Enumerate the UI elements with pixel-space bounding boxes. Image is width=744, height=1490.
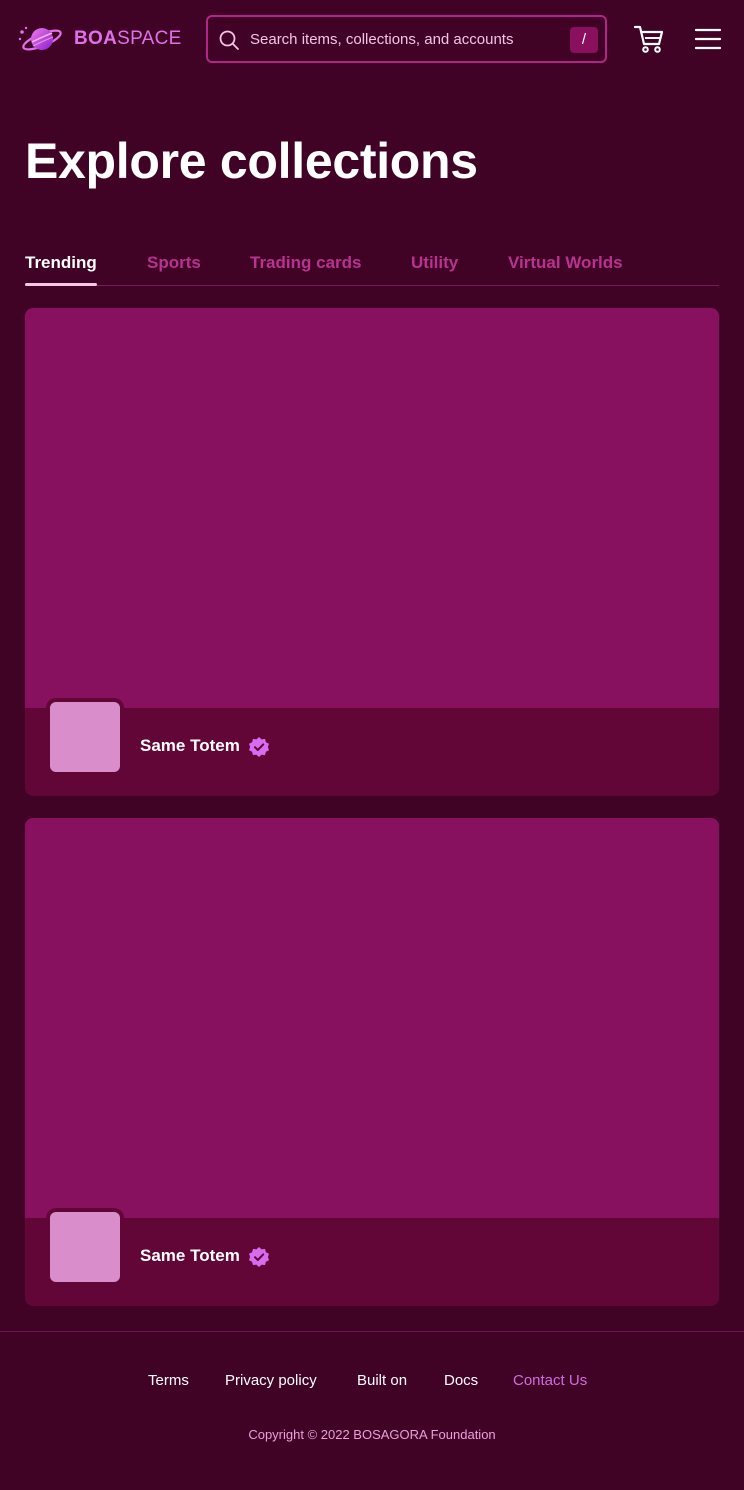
planet-logo-icon bbox=[18, 26, 62, 51]
collection-banner bbox=[25, 308, 719, 708]
copyright-text: Copyright © 2022 BOSAGORA Foundation bbox=[248, 1427, 496, 1442]
collection-card[interactable]: Same Totem bbox=[25, 818, 719, 1306]
collection-banner bbox=[25, 818, 719, 1218]
tab-sports[interactable]: Sports bbox=[147, 253, 201, 286]
cart-icon[interactable] bbox=[632, 22, 666, 56]
hamburger-menu-icon[interactable] bbox=[694, 26, 722, 52]
collection-avatar bbox=[46, 1208, 124, 1286]
collection-card[interactable]: Same Totem bbox=[25, 308, 719, 796]
tab-utility[interactable]: Utility bbox=[411, 253, 458, 286]
footer-links: Terms Privacy policy Built on Docs Conta… bbox=[0, 1372, 744, 1396]
search-bar[interactable]: / bbox=[206, 15, 607, 63]
brand-name: BOASPACE bbox=[74, 28, 182, 49]
tab-trading-cards[interactable]: Trading cards bbox=[250, 253, 361, 286]
brand-logo[interactable]: BOASPACE bbox=[18, 23, 182, 55]
collection-avatar bbox=[46, 698, 124, 776]
collection-name: Same Totem bbox=[140, 736, 240, 755]
collection-name: Same Totem bbox=[140, 1246, 240, 1265]
footer-link-contact-us[interactable]: Contact Us bbox=[513, 1372, 587, 1389]
footer-link-docs[interactable]: Docs bbox=[444, 1372, 478, 1389]
page-title: Explore collections bbox=[25, 133, 478, 189]
search-input[interactable] bbox=[250, 26, 560, 52]
tab-trending[interactable]: Trending bbox=[25, 253, 97, 286]
verified-badge-icon bbox=[249, 1247, 269, 1267]
footer-link-terms[interactable]: Terms bbox=[148, 1372, 189, 1389]
search-icon bbox=[219, 30, 239, 50]
category-tabs: Trending Sports Trading cards Utility Vi… bbox=[25, 248, 719, 286]
search-shortcut-badge: / bbox=[570, 27, 598, 53]
footer-link-privacy-policy[interactable]: Privacy policy bbox=[225, 1372, 317, 1389]
verified-badge-icon bbox=[249, 737, 269, 757]
footer-link-built-on[interactable]: Built on bbox=[357, 1372, 407, 1389]
tab-virtual-worlds[interactable]: Virtual Worlds bbox=[508, 253, 623, 286]
top-nav: BOASPACE / bbox=[0, 0, 744, 78]
footer: Terms Privacy policy Built on Docs Conta… bbox=[0, 1331, 744, 1490]
